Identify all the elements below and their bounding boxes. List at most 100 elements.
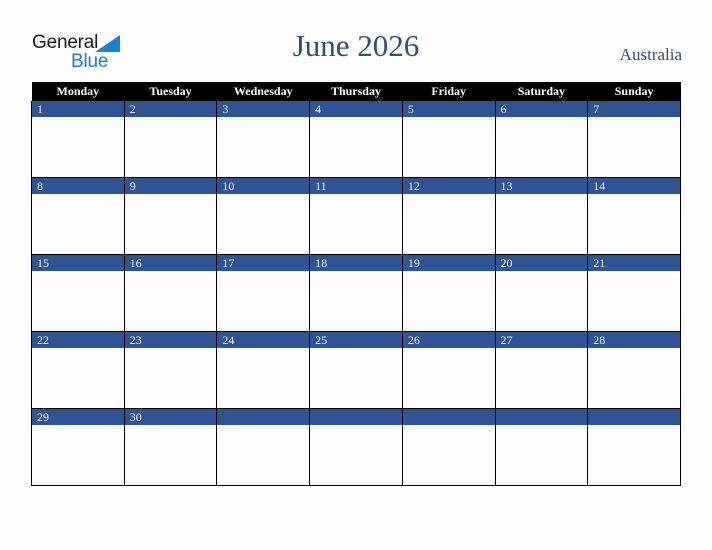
day-number: 5	[402, 101, 495, 117]
calendar-day-cell[interactable]: 30	[123, 408, 218, 486]
day-events[interactable]	[403, 194, 495, 254]
weekday-header-monday: Monday	[31, 82, 125, 101]
day-number: 22	[32, 332, 124, 348]
day-events[interactable]	[310, 117, 402, 177]
calendar-day-cell[interactable]: 16	[123, 254, 218, 332]
weekday-header-tuesday: Tuesday	[124, 82, 217, 101]
day-number: 14	[588, 178, 680, 194]
day-events[interactable]	[310, 271, 402, 331]
calendar-weekday-header-row: Monday Tuesday Wednesday Thursday Friday…	[31, 82, 681, 101]
day-events[interactable]	[588, 117, 680, 177]
day-events[interactable]	[310, 348, 402, 408]
day-number: 16	[124, 255, 217, 271]
calendar-day-cell[interactable]: 21	[587, 254, 681, 332]
day-number	[402, 409, 495, 425]
day-events[interactable]	[32, 117, 124, 177]
calendar-day-cell[interactable]: 23	[123, 331, 218, 409]
calendar-day-cell[interactable]: 11	[309, 177, 403, 255]
day-events	[217, 425, 309, 485]
day-number	[495, 409, 588, 425]
day-events[interactable]	[125, 117, 217, 177]
calendar-day-cell[interactable]: 29	[31, 408, 125, 486]
day-number: 1	[32, 101, 124, 117]
day-events[interactable]	[588, 194, 680, 254]
day-events[interactable]	[32, 194, 124, 254]
day-number: 8	[32, 178, 124, 194]
day-number: 3	[217, 101, 310, 117]
day-number: 15	[32, 255, 124, 271]
day-events[interactable]	[32, 425, 124, 485]
calendar-day-cell[interactable]: 25	[309, 331, 403, 409]
day-events[interactable]	[588, 348, 680, 408]
calendar-day-cell[interactable]: 15	[31, 254, 125, 332]
calendar-day-cell[interactable]: 1	[31, 101, 125, 178]
day-events[interactable]	[496, 271, 588, 331]
day-number: 21	[588, 255, 680, 271]
day-events[interactable]	[32, 271, 124, 331]
day-events	[496, 425, 588, 485]
calendar-week-row: 1 2 3 4 5 6 7	[31, 101, 681, 178]
calendar-day-cell[interactable]: 19	[401, 254, 496, 332]
calendar-day-cell[interactable]: 27	[494, 331, 589, 409]
calendar-day-cell-empty	[401, 408, 496, 486]
day-number	[588, 409, 680, 425]
calendar-day-cell[interactable]: 13	[494, 177, 589, 255]
day-events[interactable]	[496, 117, 588, 177]
calendar-day-cell-empty	[587, 408, 681, 486]
day-number: 18	[310, 255, 402, 271]
calendar-day-cell[interactable]: 10	[216, 177, 311, 255]
day-number: 6	[495, 101, 588, 117]
day-number: 11	[310, 178, 402, 194]
day-events[interactable]	[310, 194, 402, 254]
day-events[interactable]	[403, 117, 495, 177]
day-events	[310, 425, 402, 485]
calendar-day-cell[interactable]: 22	[31, 331, 125, 409]
calendar-day-cell[interactable]: 5	[401, 101, 496, 178]
day-events[interactable]	[217, 348, 309, 408]
day-events[interactable]	[496, 194, 588, 254]
day-number: 12	[402, 178, 495, 194]
day-number: 30	[124, 409, 217, 425]
day-number: 27	[495, 332, 588, 348]
day-events[interactable]	[125, 425, 217, 485]
page-header: General Blue June 2026 Australia	[0, 0, 712, 82]
weekday-header-friday: Friday	[402, 82, 496, 101]
calendar-grid: Monday Tuesday Wednesday Thursday Friday…	[31, 82, 681, 486]
day-events[interactable]	[217, 194, 309, 254]
day-number: 19	[402, 255, 495, 271]
day-number: 7	[588, 101, 680, 117]
calendar-day-cell[interactable]: 20	[494, 254, 589, 332]
calendar-day-cell[interactable]: 6	[494, 101, 589, 178]
day-events[interactable]	[125, 271, 217, 331]
calendar-day-cell[interactable]: 28	[587, 331, 681, 409]
day-events[interactable]	[125, 194, 217, 254]
calendar-day-cell[interactable]: 26	[401, 331, 496, 409]
weekday-row: Monday Tuesday Wednesday Thursday Friday…	[31, 82, 681, 101]
calendar-day-cell[interactable]: 17	[216, 254, 311, 332]
weekday-header-saturday: Saturday	[495, 82, 588, 101]
calendar-day-cell[interactable]: 8	[31, 177, 125, 255]
day-events[interactable]	[217, 271, 309, 331]
day-events[interactable]	[32, 348, 124, 408]
calendar-day-cell[interactable]: 9	[123, 177, 218, 255]
day-events[interactable]	[588, 271, 680, 331]
calendar-day-cell[interactable]: 12	[401, 177, 496, 255]
calendar-day-cell[interactable]: 3	[216, 101, 311, 178]
calendar-day-cell-empty	[309, 408, 403, 486]
day-number: 28	[588, 332, 680, 348]
day-number: 10	[217, 178, 310, 194]
calendar-day-cell[interactable]: 2	[123, 101, 218, 178]
calendar-day-cell[interactable]: 14	[587, 177, 681, 255]
day-events[interactable]	[403, 271, 495, 331]
day-events[interactable]	[403, 348, 495, 408]
day-events[interactable]	[125, 348, 217, 408]
day-events[interactable]	[217, 117, 309, 177]
day-number: 20	[495, 255, 588, 271]
day-events[interactable]	[496, 348, 588, 408]
calendar-day-cell[interactable]: 4	[309, 101, 403, 178]
calendar-day-cell[interactable]: 18	[309, 254, 403, 332]
calendar-day-cell[interactable]: 7	[587, 101, 681, 178]
calendar-day-cell[interactable]: 24	[216, 331, 311, 409]
day-number	[217, 409, 310, 425]
day-events	[588, 425, 680, 485]
